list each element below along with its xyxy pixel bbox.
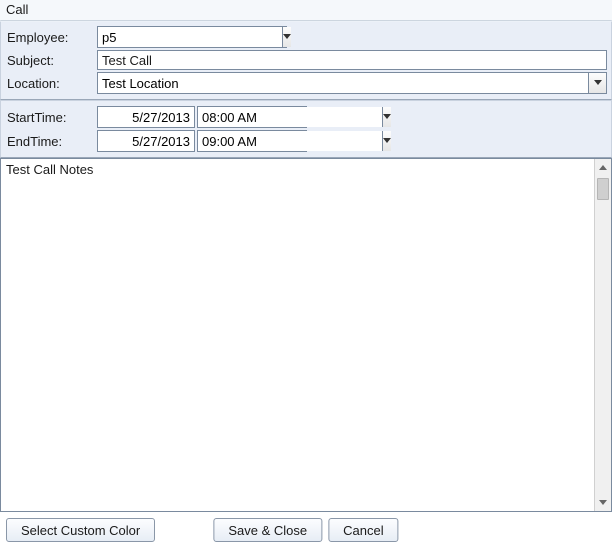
employee-label: Employee: [5,28,97,47]
end-time-input[interactable] [198,131,382,151]
employee-combobox[interactable] [97,26,287,48]
footer-center-group: Save & Close Cancel [213,518,398,542]
start-time-combobox[interactable] [197,106,307,128]
scroll-down-button[interactable] [595,494,611,511]
location-dropdown-button[interactable] [588,73,606,93]
employee-input[interactable] [98,27,282,47]
chevron-down-icon [383,138,391,144]
notes-area [0,158,612,512]
fields-panel-top: Employee: Subject: Location: [0,20,612,100]
start-time-input[interactable] [198,107,382,127]
save-and-close-button[interactable]: Save & Close [213,518,322,542]
row-location: Location: [5,72,607,94]
select-custom-color-button[interactable]: Select Custom Color [6,518,155,542]
subject-label: Subject: [5,51,97,70]
chevron-down-icon [594,80,602,86]
scroll-track[interactable] [595,176,611,494]
row-employee: Employee: [5,26,607,48]
location-combobox[interactable] [97,72,607,94]
location-label: Location: [5,74,97,93]
starttime-label: StartTime: [5,108,97,127]
row-subject: Subject: [5,50,607,70]
start-time-dropdown-button[interactable] [382,107,391,127]
row-starttime: StartTime: [5,106,607,128]
subject-input[interactable] [97,50,607,70]
notes-textarea[interactable] [1,159,594,511]
end-date-input[interactable] [97,130,195,152]
location-input[interactable] [98,73,588,93]
chevron-down-icon [383,114,391,120]
call-dialog: Call Employee: Subject: Location: [0,0,612,550]
fields-panel-time: StartTime: EndTime: [0,100,612,158]
start-date-input[interactable] [97,106,195,128]
cancel-button[interactable]: Cancel [328,518,398,542]
chevron-down-icon [599,500,607,506]
employee-dropdown-button[interactable] [282,27,291,47]
window-title: Call [0,0,612,20]
row-endtime: EndTime: [5,130,607,152]
chevron-down-icon [283,34,291,40]
scroll-up-button[interactable] [595,159,611,176]
notes-scrollbar[interactable] [594,159,611,511]
end-time-dropdown-button[interactable] [382,131,391,151]
footer: Select Custom Color Save & Close Cancel [0,512,612,550]
endtime-label: EndTime: [5,132,97,151]
end-time-combobox[interactable] [197,130,307,152]
scroll-thumb[interactable] [597,178,609,200]
chevron-up-icon [599,165,607,171]
